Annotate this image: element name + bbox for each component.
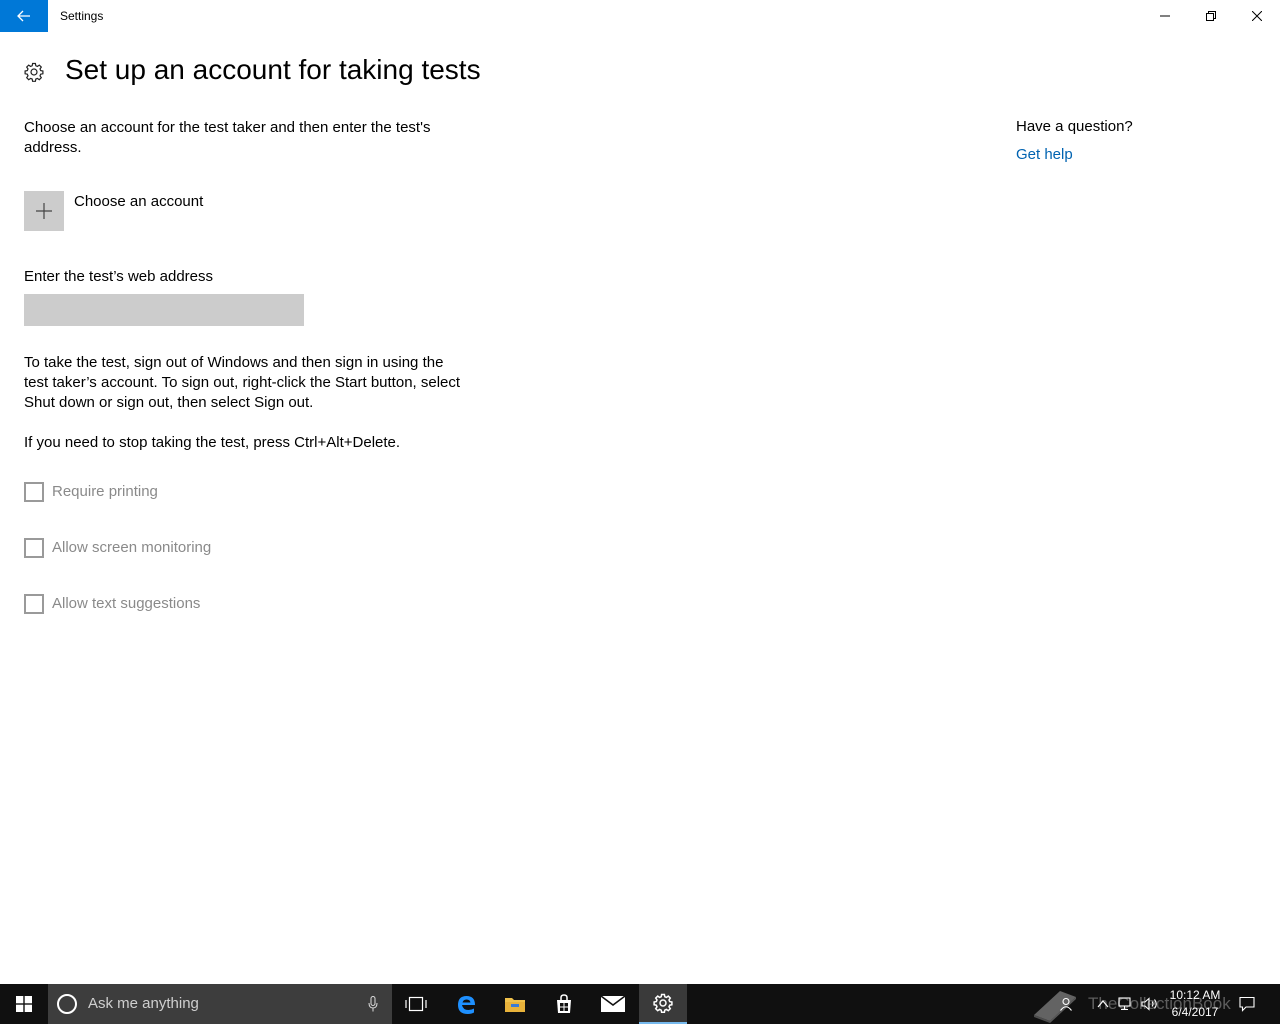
choose-account-button[interactable]: Choose an account xyxy=(24,191,274,231)
restore-button[interactable] xyxy=(1188,0,1234,32)
back-button[interactable] xyxy=(0,0,48,32)
action-center-icon[interactable] xyxy=(1236,984,1258,1024)
checkbox-label: Allow text suggestions xyxy=(52,595,201,612)
cortana-icon xyxy=(57,994,77,1014)
chevron-up-icon[interactable] xyxy=(1094,984,1112,1024)
get-help-link[interactable]: Get help xyxy=(1016,145,1073,165)
plus-icon xyxy=(36,203,52,219)
microphone-icon[interactable] xyxy=(363,994,383,1014)
page-title: Set up an account for taking tests xyxy=(65,54,481,85)
people-icon[interactable] xyxy=(1056,984,1076,1024)
minimize-button[interactable] xyxy=(1142,0,1188,32)
stop-test-text: If you need to stop taking the test, pre… xyxy=(24,434,401,451)
search-box[interactable]: Ask me anything xyxy=(48,984,392,1024)
taskbar: Ask me anything TheCollectionBook 10:12 … xyxy=(0,984,1280,1024)
settings-icon[interactable] xyxy=(639,984,687,1024)
help-question: Have a question? xyxy=(1016,118,1133,135)
store-icon[interactable] xyxy=(540,984,588,1024)
start-button[interactable] xyxy=(0,984,48,1024)
url-label: Enter the test’s web address xyxy=(24,268,213,285)
back-arrow-icon xyxy=(17,10,30,22)
require-printing-checkbox[interactable]: Require printing xyxy=(24,482,158,502)
minimize-icon xyxy=(1160,15,1170,17)
mail-icon[interactable] xyxy=(589,984,637,1024)
file-explorer-icon[interactable] xyxy=(491,984,539,1024)
gear-icon xyxy=(24,62,44,82)
windows-logo-icon xyxy=(16,996,32,1012)
choose-account-label: Choose an account xyxy=(74,193,204,210)
taskbar-clock[interactable]: 10:12 AM 6/4/2017 xyxy=(1160,987,1230,1021)
checkbox-box[interactable] xyxy=(24,538,44,558)
search-placeholder: Ask me anything xyxy=(88,995,199,1012)
clock-time: 10:12 AM xyxy=(1169,988,1221,1002)
clock-date: 6/4/2017 xyxy=(1171,1005,1219,1019)
add-account-tile[interactable] xyxy=(24,191,64,231)
close-button[interactable] xyxy=(1234,0,1280,32)
edge-icon[interactable] xyxy=(442,984,490,1024)
checkbox-label: Require printing xyxy=(52,483,158,500)
close-icon xyxy=(1252,11,1262,21)
app-title: Settings xyxy=(60,9,104,23)
test-url-input[interactable] xyxy=(24,294,304,326)
allow-screen-monitoring-checkbox[interactable]: Allow screen monitoring xyxy=(24,538,211,558)
network-icon[interactable] xyxy=(1117,984,1135,1024)
instructions-text: To take the test, sign out of Windows an… xyxy=(24,354,461,411)
volume-icon[interactable] xyxy=(1140,984,1160,1024)
title-bar: Settings xyxy=(0,0,1280,32)
checkbox-label: Allow screen monitoring xyxy=(52,539,212,556)
allow-text-suggestions-checkbox[interactable]: Allow text suggestions xyxy=(24,594,200,614)
restore-icon xyxy=(1206,11,1216,21)
checkbox-box[interactable] xyxy=(24,594,44,614)
task-view-icon[interactable] xyxy=(392,984,440,1024)
checkbox-box[interactable] xyxy=(24,482,44,502)
intro-text: Choose an account for the test taker and… xyxy=(24,119,431,156)
